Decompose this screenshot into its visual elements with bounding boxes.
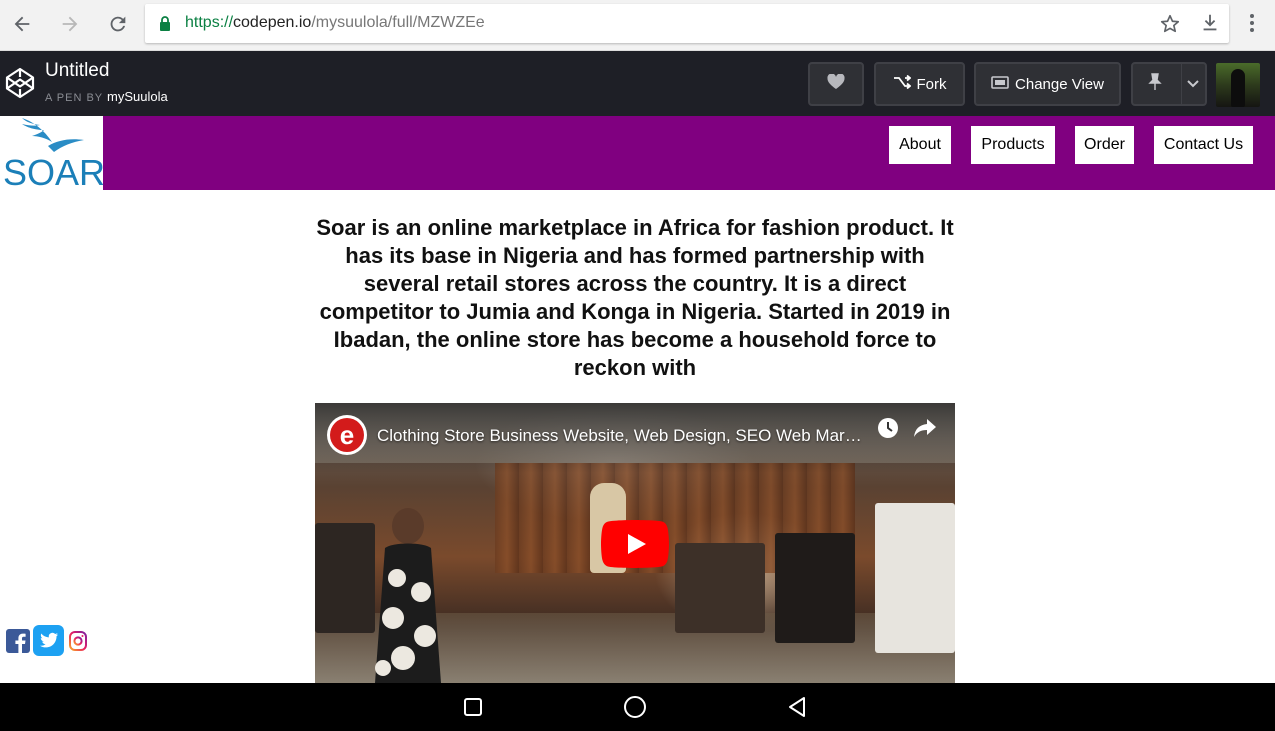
video-scene-rack: [775, 533, 855, 643]
recents-icon[interactable]: [461, 695, 485, 719]
nav-products[interactable]: Products: [971, 126, 1055, 164]
instagram-icon[interactable]: [69, 630, 87, 657]
pen-title: Untitled: [45, 60, 110, 81]
android-nav-bar: [0, 683, 1275, 731]
fork-button[interactable]: Fork: [874, 62, 965, 106]
change-view-label: Change View: [1015, 75, 1104, 93]
codepen-logo-icon[interactable]: [5, 67, 35, 104]
site-navbar: SOAR About Products Order Contact Us: [0, 116, 1275, 193]
pen-byline: A PEN BY mySuulola: [45, 89, 168, 104]
screen: https://codepen.io/mysuulola/full/MZWZEe: [0, 0, 1275, 731]
channel-badge-letter: e: [330, 418, 364, 452]
nav-about[interactable]: About: [889, 126, 951, 164]
video-scene-rack: [875, 503, 955, 653]
heart-icon: [827, 73, 845, 94]
change-view-icon: [991, 75, 1009, 93]
twitter-icon[interactable]: [33, 625, 64, 661]
avatar-figure: [1231, 69, 1245, 107]
channel-badge-icon[interactable]: e: [327, 415, 367, 455]
facebook-icon[interactable]: [6, 629, 30, 658]
pen-by-label: A PEN BY: [45, 92, 103, 104]
watch-later-icon[interactable]: [877, 417, 899, 444]
url-host: codepen.io: [233, 14, 312, 31]
pin-icon: [1147, 73, 1163, 95]
nav-contact-us[interactable]: Contact Us: [1154, 126, 1253, 164]
star-icon[interactable]: [1159, 13, 1181, 40]
button-divider: [1181, 64, 1182, 104]
fork-icon: [893, 74, 911, 93]
more-vert-icon[interactable]: [1242, 12, 1262, 39]
reload-icon[interactable]: [104, 10, 132, 38]
chevron-down-icon[interactable]: [1186, 77, 1200, 95]
back-icon[interactable]: [785, 695, 809, 719]
video-scene-woman: [375, 508, 441, 683]
forward-arrow-icon[interactable]: [56, 10, 84, 38]
video-scene-rack: [675, 543, 765, 633]
intro-paragraph: Soar is an online marketplace in Africa …: [316, 215, 954, 380]
logo-text: SOAR: [3, 152, 106, 193]
download-icon[interactable]: [1199, 12, 1221, 39]
nav-order[interactable]: Order: [1075, 126, 1134, 164]
video-title[interactable]: Clothing Store Business Website, Web Des…: [377, 426, 862, 446]
pin-menu-button[interactable]: [1131, 62, 1207, 106]
fork-label: Fork: [916, 75, 947, 93]
codepen-header: Untitled A PEN BY mySuulola Fork Change …: [0, 51, 1275, 116]
pen-author-link[interactable]: mySuulola: [107, 89, 168, 104]
share-icon[interactable]: [913, 417, 937, 444]
url-scheme: https://: [185, 14, 234, 31]
url-bar[interactable]: https://codepen.io/mysuulola/full/MZWZEe: [145, 4, 1229, 43]
browser-toolbar: https://codepen.io/mysuulola/full/MZWZEe: [0, 0, 1275, 51]
home-icon[interactable]: [623, 695, 647, 719]
youtube-embed[interactable]: e Clothing Store Business Website, Web D…: [315, 403, 955, 683]
back-arrow-icon[interactable]: [8, 10, 36, 38]
url-path: /mysuulola/full/MZWZEe: [311, 14, 485, 31]
url-text: https://codepen.io/mysuulola/full/MZWZEe: [185, 14, 485, 32]
wing-icon: [22, 118, 84, 152]
change-view-button[interactable]: Change View: [974, 62, 1121, 106]
like-button[interactable]: [808, 62, 864, 106]
lock-icon: [159, 16, 171, 36]
user-avatar[interactable]: [1216, 63, 1260, 107]
soar-logo[interactable]: SOAR: [0, 116, 105, 193]
play-button-icon[interactable]: [601, 520, 669, 568]
